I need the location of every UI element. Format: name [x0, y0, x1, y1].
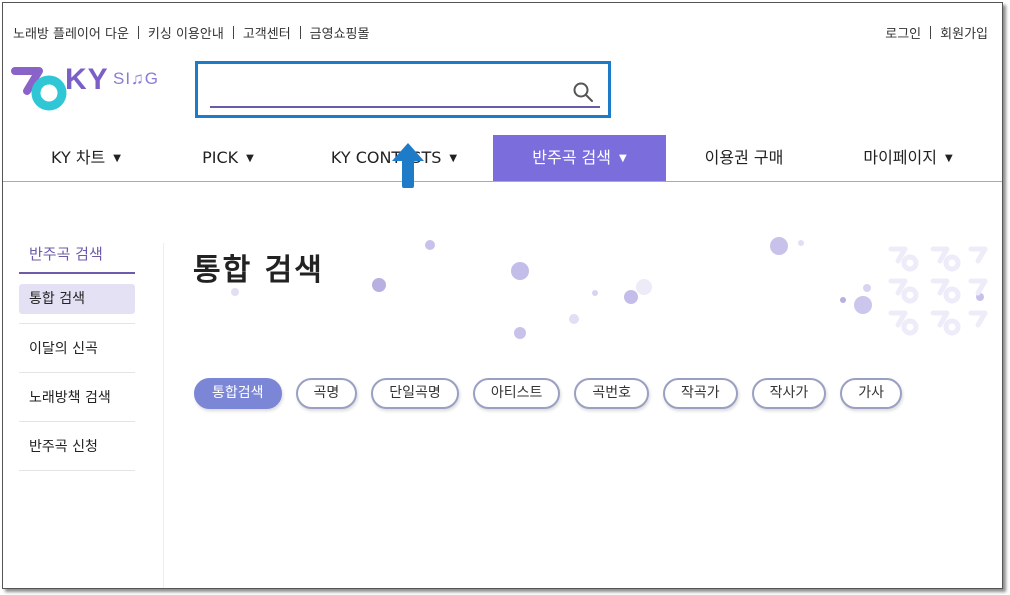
sidebar-item-songbook-search[interactable]: 노래방책 검색	[19, 373, 135, 422]
browser-frame: 노래방 플레이어 다운 키싱 이용안내 고객센터 금영쇼핑몰 로그인 회원가입 …	[2, 2, 1003, 589]
logo-text-ky: KY	[65, 63, 109, 96]
search-icon[interactable]	[572, 81, 594, 103]
page-title: 통합 검색	[193, 253, 324, 288]
util-link-customer-center[interactable]: 고객센터	[243, 23, 291, 42]
signup-link[interactable]: 회원가입	[940, 23, 988, 42]
utility-nav-left: 노래방 플레이어 다운 키싱 이용안내 고객센터 금영쇼핑몰	[13, 23, 369, 42]
sidebar-item-integrated-search[interactable]: 통합 검색	[19, 274, 135, 324]
sidebar-item-label: 반주곡 신청	[29, 439, 98, 455]
chevron-down-icon: ▼	[246, 153, 254, 164]
divider	[930, 26, 932, 39]
chevron-down-icon: ▼	[618, 153, 627, 164]
divider	[299, 26, 301, 39]
nav-label: PICK	[202, 148, 239, 167]
nav-label: 마이페이지	[863, 148, 937, 167]
search-filter-tabs: 통합검색 곡명 단일곡명 아티스트 곡번호 작곡가 작사가 가사	[194, 378, 916, 409]
search-bar	[195, 61, 611, 118]
nav-ticket-purchase[interactable]: 이용권 구매	[679, 135, 809, 181]
nav-ky-chart[interactable]: KY 차트 ▼	[21, 135, 151, 181]
nav-label: KY 차트	[51, 148, 106, 167]
nav-pick[interactable]: PICK ▼	[163, 135, 293, 181]
sidebar-item-song-request[interactable]: 반주곡 신청	[19, 422, 135, 471]
filter-tab-composer[interactable]: 작곡가	[663, 378, 738, 409]
filter-tab-lyricist[interactable]: 작사가	[751, 378, 827, 409]
nav-accompaniment-search[interactable]: 반주곡 검색 ▼	[493, 135, 666, 181]
chevron-down-icon: ▼	[113, 153, 121, 164]
main-nav: KY 차트 ▼ PICK ▼ KY CONTESTS ▼ 반주곡 검색 ▼ 이용권 구매…	[3, 135, 1002, 182]
filter-tab-all[interactable]: 통합검색	[194, 378, 282, 409]
search-input[interactable]	[210, 76, 570, 104]
logo-mark-icon	[11, 67, 67, 111]
utility-nav-right: 로그인 회원가입	[885, 23, 988, 42]
divider	[137, 26, 139, 39]
nav-mypage[interactable]: 마이페이지 ▼	[843, 135, 973, 181]
divider	[232, 26, 234, 39]
search-underline	[210, 106, 600, 108]
sidebar-item-label: 이달의 신곡	[29, 341, 98, 357]
filter-tab-single-title[interactable]: 단일곡명	[371, 378, 459, 409]
sidebar-title: 반주곡 검색	[19, 243, 135, 274]
util-link-player-download[interactable]: 노래방 플레이어 다운	[13, 23, 129, 42]
sidebar-item-label: 통합 검색	[19, 283, 135, 314]
sidebar-item-new-songs[interactable]: 이달의 신곡	[19, 324, 135, 373]
sidebar: 반주곡 검색 통합 검색 이달의 신곡 노래방책 검색 반주곡 신청	[19, 243, 135, 471]
chevron-down-icon: ▼	[944, 153, 953, 164]
logo-text-sing: SI♫G	[113, 69, 160, 88]
arrow-up-icon	[392, 143, 424, 188]
kysing-logo[interactable]: KY SI♫G	[11, 61, 171, 117]
nav-label: 이용권 구매	[704, 148, 784, 167]
nav-label: 반주곡 검색	[532, 148, 611, 167]
sidebar-item-label: 노래방책 검색	[29, 390, 111, 406]
chevron-down-icon: ▼	[449, 153, 458, 164]
filter-tab-song-number[interactable]: 곡번호	[574, 378, 649, 409]
filter-tab-title[interactable]: 곡명	[295, 378, 358, 409]
util-link-shop[interactable]: 금영쇼핑몰	[310, 23, 370, 42]
filter-tab-artist[interactable]: 아티스트	[472, 378, 561, 409]
util-link-guide[interactable]: 키싱 이용안내	[148, 23, 224, 42]
login-link[interactable]: 로그인	[885, 23, 921, 42]
filter-tab-lyrics[interactable]: 가사	[840, 378, 903, 409]
